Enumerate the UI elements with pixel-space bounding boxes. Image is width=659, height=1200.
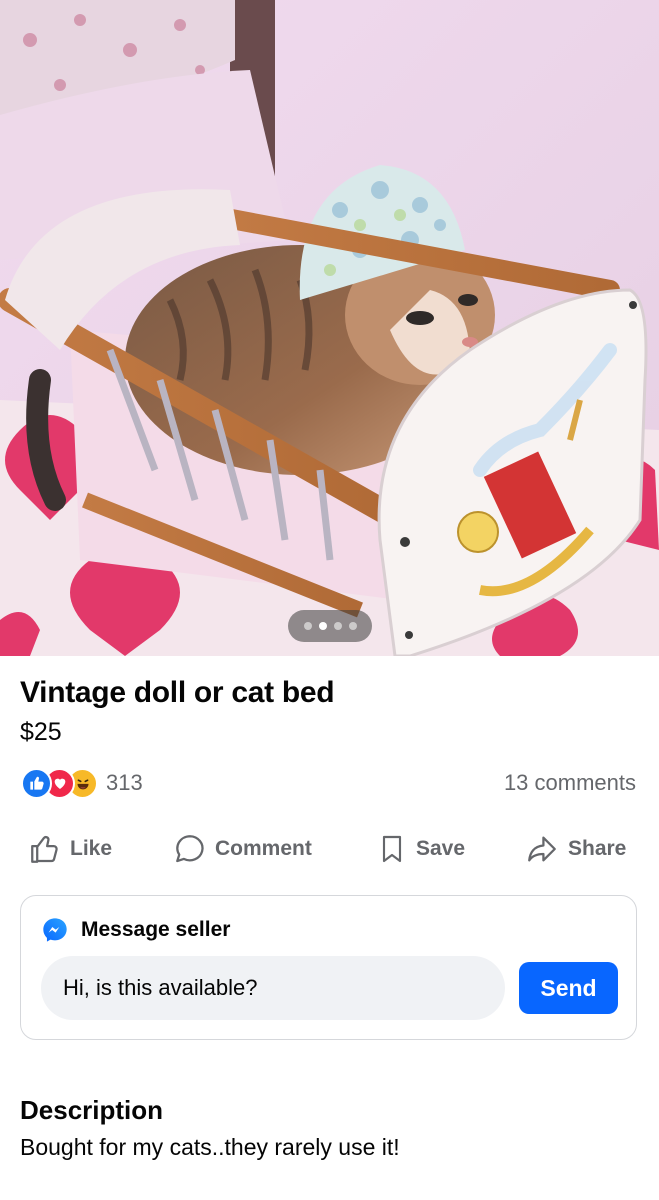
carousel-dot[interactable] [318, 622, 327, 630]
listing-photo[interactable] [0, 0, 659, 656]
like-reaction-icon [21, 767, 52, 799]
share-label: Share [568, 837, 627, 860]
listing-title: Vintage doll or cat bed [20, 676, 335, 709]
send-button[interactable]: Send [519, 962, 618, 1014]
messenger-icon [43, 918, 67, 942]
comment-bubble-icon [176, 835, 204, 863]
cat-bed-photo [0, 0, 659, 656]
reactions-summary[interactable]: 313 [21, 767, 143, 799]
carousel-dot[interactable] [333, 622, 342, 630]
carousel-dot[interactable] [303, 622, 312, 630]
reaction-count: 313 [106, 770, 143, 795]
carousel-dot[interactable] [348, 622, 357, 630]
carousel-indicator[interactable] [288, 610, 372, 642]
message-seller-card: Message seller Send [20, 895, 637, 1040]
bookmark-icon [382, 835, 402, 863]
message-seller-title: Message seller [81, 918, 231, 941]
share-arrow-icon [528, 836, 556, 862]
listing-price: $25 [20, 718, 62, 746]
comment-button[interactable]: Comment [173, 828, 312, 870]
like-label: Like [70, 837, 113, 860]
save-label: Save [416, 837, 466, 860]
action-bar: Like Comment Save Share [0, 828, 659, 870]
share-button[interactable]: Share [524, 828, 626, 870]
message-input[interactable] [41, 956, 505, 1020]
like-button[interactable]: Like [28, 828, 112, 870]
thumbs-up-icon [31, 835, 58, 863]
save-button[interactable]: Save [376, 828, 465, 870]
description-heading: Description [20, 1095, 164, 1125]
message-seller-header: Message seller [41, 916, 230, 944]
description-text: Bought for my cats..they rarely use it! [20, 1134, 400, 1160]
comment-label: Comment [215, 837, 312, 860]
comments-count-link[interactable]: 13 comments [504, 770, 636, 796]
